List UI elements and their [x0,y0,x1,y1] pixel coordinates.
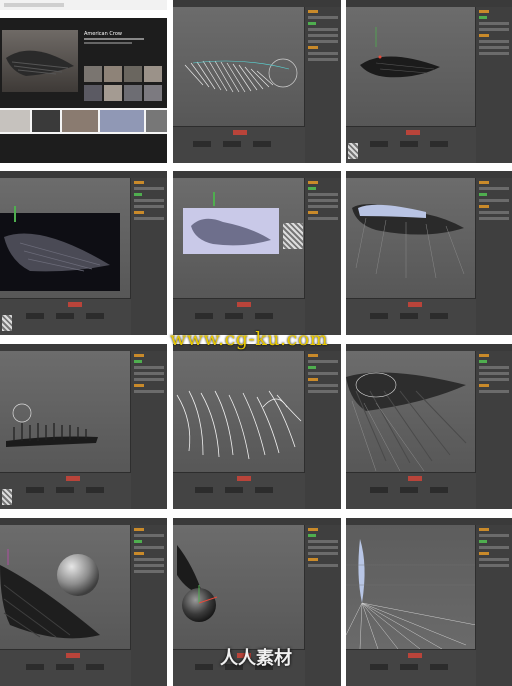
viewport[interactable] [346,525,476,650]
object-manager-panel[interactable] [130,525,167,686]
related-image[interactable] [144,85,162,101]
timeline-panel[interactable] [0,472,131,509]
viewport[interactable] [0,178,131,299]
object-manager-panel[interactable] [475,525,512,686]
viewport[interactable] [346,178,476,299]
result-title[interactable]: American Crow [84,31,122,37]
tile-wing-dark-viewport[interactable] [346,0,512,163]
timeline-panel[interactable] [346,472,476,509]
viewport[interactable] [173,351,305,473]
object-manager-panel[interactable] [130,178,167,335]
material-swatch[interactable] [348,143,358,159]
related-images-grid [84,66,164,102]
object-manager-panel[interactable] [304,178,341,335]
object-manager-panel[interactable] [475,178,512,335]
timeline-panel[interactable] [173,126,305,163]
object-manager-panel[interactable] [475,351,512,509]
timeline-panel[interactable] [346,126,476,163]
object-manager-panel[interactable] [304,525,341,686]
timeline-panel[interactable] [0,649,131,686]
viewport[interactable] [173,7,305,127]
related-image[interactable] [104,85,122,101]
browser-toolbar [0,0,167,10]
tile-feather-curves[interactable] [173,0,341,163]
tile-feather-row-side[interactable] [0,344,167,509]
tile-wing-silhouette-plane[interactable] [173,171,341,335]
viewport[interactable] [0,351,131,473]
result-thumbnail[interactable] [32,110,60,132]
related-image[interactable] [124,66,142,82]
viewport[interactable] [0,525,131,650]
tile-image-search-results[interactable]: American Crow [0,0,167,163]
watermark-logo-text: 人人素材 [220,648,292,669]
tile-feather-guides-grid[interactable] [346,518,512,686]
tile-wing-plane-feathers[interactable] [346,171,512,335]
tile-curve-strands-closeup[interactable] [173,344,341,509]
material-swatch[interactable] [2,315,12,331]
result-thumbnail[interactable] [100,110,144,132]
related-image[interactable] [84,66,102,82]
result-thumbnail[interactable] [146,110,167,132]
material-swatch[interactable] [2,489,12,505]
watermark-text: www.cg-ku.com [170,328,329,350]
viewport[interactable] [173,525,305,650]
tile-wing-with-sphere[interactable] [0,518,167,686]
object-manager-panel[interactable] [130,351,167,509]
axis-handle[interactable] [14,206,16,222]
results-strip [0,10,167,18]
result-subtitle-line [84,38,144,40]
result-thumbnail[interactable] [0,110,30,132]
search-bar[interactable] [4,3,64,7]
viewport[interactable] [346,7,476,127]
tile-wing-reference-dark[interactable] [0,171,167,335]
timeline-panel[interactable] [346,298,476,335]
silhouette-plane [183,208,279,254]
texture-preview[interactable] [283,223,303,249]
result-thumbnail[interactable] [62,110,98,132]
related-image[interactable] [124,85,142,101]
reference-image-plane [0,213,120,291]
related-image[interactable] [104,66,122,82]
related-image[interactable] [144,66,162,82]
result-subtitle-line [84,42,132,44]
viewport[interactable] [346,351,476,473]
timeline-panel[interactable] [0,298,131,335]
timeline-panel[interactable] [346,649,476,686]
related-image[interactable] [84,85,102,101]
crow-wing-preview-image[interactable] [2,30,78,92]
object-manager-panel[interactable] [475,7,512,163]
timeline-panel[interactable] [173,472,305,509]
object-manager-panel[interactable] [304,7,341,163]
object-manager-panel[interactable] [304,351,341,509]
image-results-row [0,108,167,134]
axis-handle[interactable] [213,192,215,206]
tile-wing-feathers-perspective[interactable] [346,344,512,509]
